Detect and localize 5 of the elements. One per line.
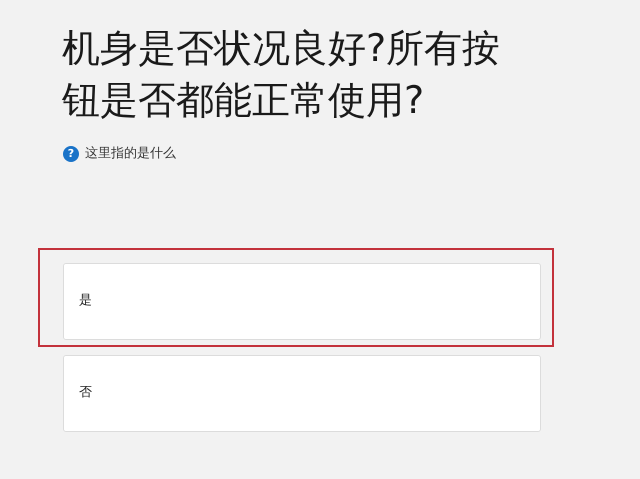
help-icon[interactable]: ?	[63, 146, 79, 162]
answer-option[interactable]: 是	[63, 262, 541, 340]
answer-option[interactable]: 否	[63, 354, 541, 432]
question-title: 机身是否状况良好?所有按钮是否都能正常使用?	[62, 25, 502, 124]
help-link[interactable]: 这里指的是什么	[85, 144, 176, 164]
